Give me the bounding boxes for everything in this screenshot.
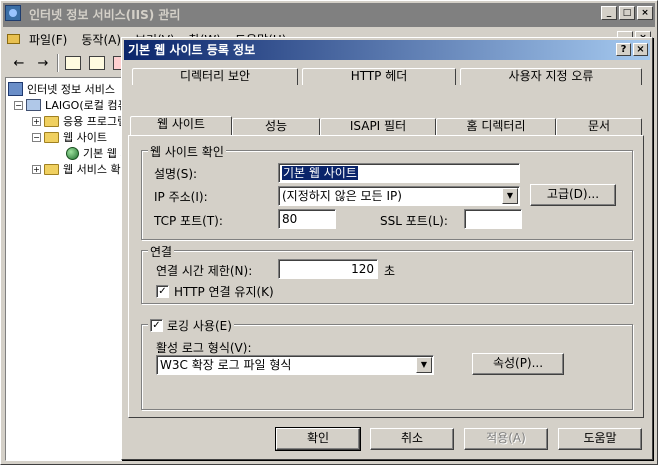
tab-documents[interactable]: 문서 xyxy=(556,118,642,135)
globe-icon xyxy=(66,146,79,160)
menu-action[interactable]: 동작(A) xyxy=(81,31,121,48)
connections-group-label: 연결 xyxy=(148,243,175,260)
tree-item-label: 기본 웹 사이트 xyxy=(83,147,124,160)
close-button[interactable]: × xyxy=(637,6,653,20)
main-window-title: 인터넷 정보 서비스(IIS) 관리 xyxy=(29,8,181,22)
minimize-button[interactable]: _ xyxy=(601,6,617,20)
menu-file[interactable]: 파일(F) xyxy=(29,31,67,48)
logging-group: ✓ 로깅 사용(E) 활성 로그 형식(V): W3C 확장 로그 파일 형식 … xyxy=(141,317,633,410)
ssl-port-input[interactable] xyxy=(464,209,522,229)
tree-item-web-service-ext[interactable]: + 웹 서비스 확장 xyxy=(32,161,125,177)
web-site-tab-panel: 웹 사이트 확인 설명(S): 기본 웹 사이트 IP 주소(I): (지정하지… xyxy=(128,135,644,418)
tab-home-directory[interactable]: 홈 디렉터리 xyxy=(436,118,556,135)
description-label: 설명(S): xyxy=(154,167,198,181)
tcp-port-input[interactable]: 80 xyxy=(278,209,336,229)
tab-web-site[interactable]: 웹 사이트 xyxy=(130,116,232,135)
tree-item-label: 응용 프로그램 풀 xyxy=(63,115,125,128)
dropdown-arrow-icon[interactable]: ▼ xyxy=(416,357,432,373)
logging-group-header[interactable]: ✓ 로깅 사용(E) xyxy=(148,317,234,334)
tree-item-default-web-site[interactable]: 기본 웹 사이트 xyxy=(66,145,124,161)
ssl-port-label: SSL 포트(L): xyxy=(380,214,448,228)
iis-app-icon xyxy=(5,5,21,21)
keepalive-checkbox[interactable]: ✓ xyxy=(156,285,169,298)
tree-item-label: 인터넷 정보 서비스 xyxy=(27,83,115,96)
tab-performance[interactable]: 성능 xyxy=(232,118,320,135)
ip-address-label: IP 주소(I): xyxy=(154,190,208,204)
tab-custom-errors[interactable]: 사용자 지정 오류 xyxy=(460,68,642,85)
tree-item-label: 웹 서비스 확장 xyxy=(63,163,125,176)
folder-icon xyxy=(44,115,59,127)
log-format-label: 활성 로그 형식(V): xyxy=(156,341,252,355)
tree-item-app-pools[interactable]: + 응용 프로그램 풀 xyxy=(32,113,125,129)
expand-icon[interactable]: + xyxy=(32,164,41,174)
dialog-title-bar[interactable]: 기본 웹 사이트 등록 정보 xyxy=(124,40,650,60)
cancel-button[interactable]: 취소 xyxy=(370,428,454,450)
apply-button[interactable]: 적용(A) xyxy=(464,428,548,450)
help-bottom-button[interactable]: 도움말 xyxy=(558,428,642,450)
tree-item-iis-root[interactable]: 인터넷 정보 서비스 xyxy=(8,81,115,97)
up-folder-icon[interactable] xyxy=(63,54,83,72)
ip-address-select[interactable]: (지정하지 않은 모든 IP) ▼ xyxy=(278,186,520,206)
dialog-close-button[interactable]: × xyxy=(633,43,648,56)
dialog-title: 기본 웹 사이트 등록 정보 xyxy=(128,43,256,57)
tree-item-local-computer[interactable]: − LAIGO(로컬 컴퓨터) xyxy=(14,97,124,113)
dropdown-arrow-icon[interactable]: ▼ xyxy=(502,188,518,204)
tcp-port-label: TCP 포트(T): xyxy=(154,214,223,228)
maximize-button[interactable]: □ xyxy=(619,6,635,20)
timeout-unit: 초 xyxy=(384,264,396,278)
forward-arrow-icon[interactable]: → xyxy=(33,54,53,72)
timeout-input[interactable]: 120 xyxy=(278,259,378,279)
ok-button[interactable]: 확인 xyxy=(275,427,361,451)
expand-icon[interactable]: + xyxy=(32,116,41,126)
tree-pane: 인터넷 정보 서비스 − LAIGO(로컬 컴퓨터) + 응용 프로그램 풀 −… xyxy=(5,77,125,461)
connections-group: 연결 연결 시간 제한(N): 120 초 ✓ HTTP 연결 유지(K) xyxy=(141,243,633,304)
properties-dialog: 기본 웹 사이트 등록 정보 ? × 디렉터리 보안 HTTP 헤더 사용자 지… xyxy=(121,37,653,460)
logging-enabled-checkbox[interactable]: ✓ xyxy=(150,319,163,332)
main-window-controls: _ □ × xyxy=(601,6,653,20)
description-input[interactable]: 기본 웹 사이트 xyxy=(278,163,520,183)
log-format-value: W3C 확장 로그 파일 형식 xyxy=(160,358,292,372)
show-hide-tree-icon[interactable] xyxy=(87,54,107,72)
logging-enabled-label: 로깅 사용(E) xyxy=(167,319,232,333)
description-value: 기본 웹 사이트 xyxy=(282,166,358,180)
timeout-label: 연결 시간 제한(N): xyxy=(156,264,253,278)
keepalive-label: HTTP 연결 유지(K) xyxy=(174,285,274,299)
tree-item-web-sites[interactable]: − 웹 사이트 xyxy=(32,129,107,145)
tree-item-label: 웹 사이트 xyxy=(63,131,107,144)
main-title-bar[interactable]: 인터넷 정보 서비스(IIS) 관리 xyxy=(3,3,655,27)
collapse-icon[interactable]: − xyxy=(14,100,23,110)
computer-icon xyxy=(26,99,41,111)
identification-group-label: 웹 사이트 확인 xyxy=(148,143,226,160)
advanced-button[interactable]: 고급(D)... xyxy=(530,184,616,206)
folder-icon xyxy=(44,131,59,143)
tab-http-headers[interactable]: HTTP 헤더 xyxy=(302,68,456,85)
tab-directory-security[interactable]: 디렉터리 보안 xyxy=(132,68,298,85)
log-format-select[interactable]: W3C 확장 로그 파일 형식 ▼ xyxy=(156,355,434,375)
tab-isapi-filters[interactable]: ISAPI 필터 xyxy=(320,118,436,135)
log-properties-button[interactable]: 속성(P)... xyxy=(472,353,564,375)
identification-group: 웹 사이트 확인 설명(S): 기본 웹 사이트 IP 주소(I): (지정하지… xyxy=(141,143,633,240)
folder-icon xyxy=(44,163,59,175)
help-button[interactable]: ? xyxy=(616,43,631,56)
toolbar-separator xyxy=(57,54,59,72)
collapse-icon[interactable]: − xyxy=(32,132,41,142)
keepalive-row[interactable]: ✓ HTTP 연결 유지(K) xyxy=(156,283,274,300)
back-arrow-icon[interactable]: ← xyxy=(9,54,29,72)
dialog-title-controls: ? × xyxy=(616,43,648,56)
tree-item-label: LAIGO(로컬 컴퓨터) xyxy=(45,99,124,112)
iis-root-icon xyxy=(8,82,23,96)
ip-address-value: (지정하지 않은 모든 IP) xyxy=(282,189,402,203)
